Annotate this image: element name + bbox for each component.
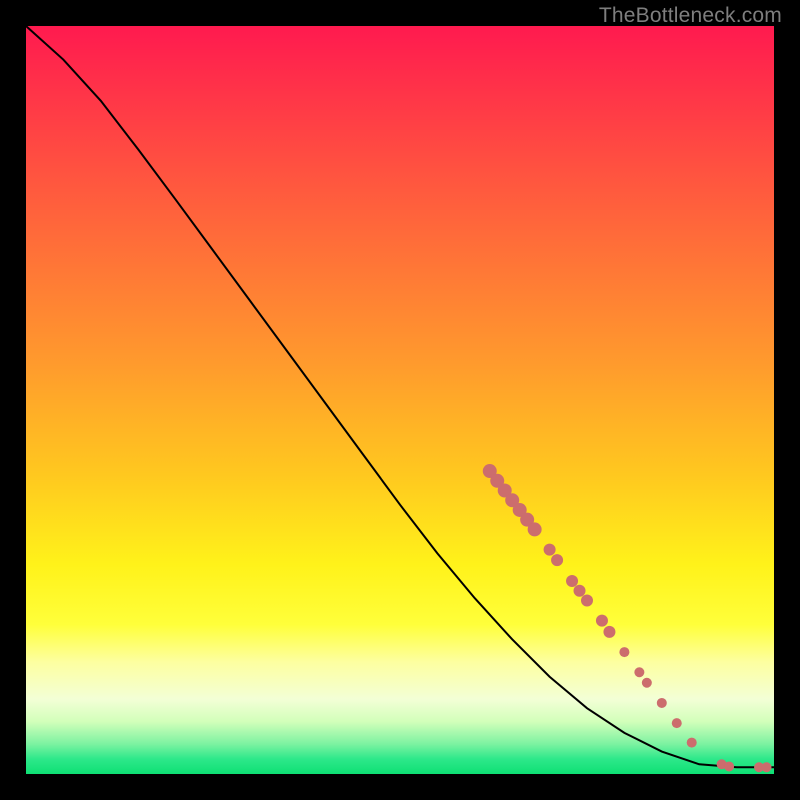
data-point xyxy=(687,738,697,748)
plot-area xyxy=(26,26,774,774)
data-point xyxy=(544,544,556,556)
data-point xyxy=(642,678,652,688)
data-point xyxy=(724,762,734,772)
data-point xyxy=(762,762,772,772)
chart-stage: TheBottleneck.com xyxy=(0,0,800,800)
data-point xyxy=(574,585,586,597)
data-point xyxy=(619,647,629,657)
data-point xyxy=(566,575,578,587)
data-point xyxy=(672,718,682,728)
data-point xyxy=(528,522,542,536)
data-point xyxy=(551,554,563,566)
data-markers xyxy=(483,464,772,772)
bottleneck-curve xyxy=(26,26,774,767)
data-point xyxy=(596,615,608,627)
data-point xyxy=(603,626,615,638)
data-point xyxy=(657,698,667,708)
data-point xyxy=(581,594,593,606)
data-point xyxy=(634,667,644,677)
attribution-label: TheBottleneck.com xyxy=(599,4,782,28)
curve-layer xyxy=(26,26,774,774)
